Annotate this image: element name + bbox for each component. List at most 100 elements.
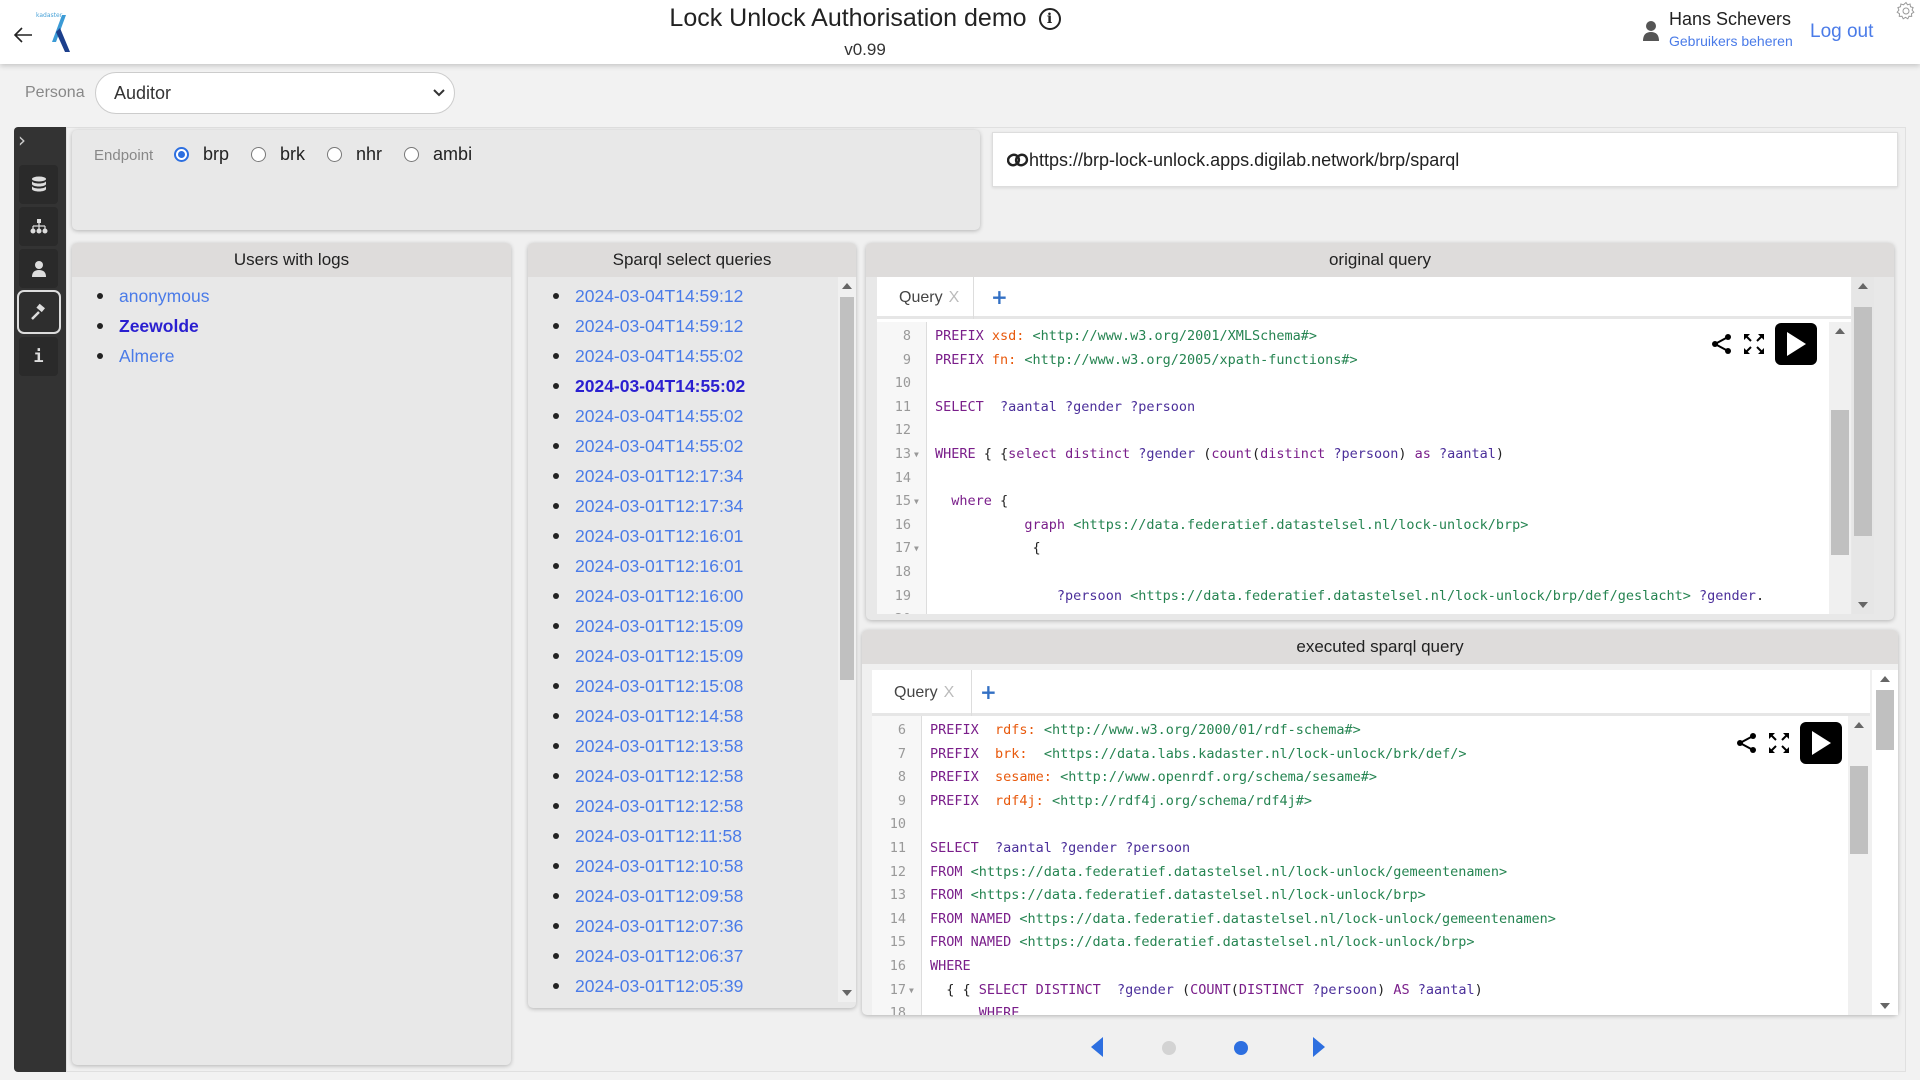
user-link[interactable]: anonymous <box>119 286 209 306</box>
query-timestamp-link[interactable]: 2024-03-01T12:16:00 <box>575 586 743 606</box>
query-timestamp-link[interactable]: 2024-03-01T12:10:58 <box>575 856 743 876</box>
executed-query-editor[interactable]: Query X + 6 PREFIX rdfs: <http://www.w3.or… <box>872 670 1870 1015</box>
query-timestamp-link[interactable]: 2024-03-01T12:12:58 <box>575 796 743 816</box>
code-text: FROM NAMED <https://data.federatief.data… <box>930 931 1475 955</box>
code-line: 13 ▼ WHERE { {select distinct ?gender (cou… <box>877 443 1829 467</box>
radio-unselected[interactable] <box>327 147 343 162</box>
close-tab-icon[interactable]: X <box>944 684 955 701</box>
scroll-down-icon[interactable] <box>1858 602 1868 608</box>
fold-toggle-icon[interactable]: ▼ <box>914 537 919 561</box>
scroll-down-icon[interactable] <box>842 990 852 996</box>
endpoint-option-nhr[interactable]: nhr <box>327 144 382 165</box>
info-icon[interactable]: i <box>1038 8 1061 30</box>
query-timestamp-link[interactable]: 2024-03-01T12:13:58 <box>575 736 743 756</box>
database-icon <box>31 176 46 191</box>
scroll-up-icon[interactable] <box>842 283 852 289</box>
scroll-up-icon[interactable] <box>1880 676 1890 682</box>
scroll-down-icon[interactable] <box>1880 1003 1890 1009</box>
scroll-up-icon[interactable] <box>1858 283 1868 289</box>
previous-page-icon[interactable] <box>1090 1036 1104 1058</box>
add-tab-button[interactable]: + <box>980 680 997 704</box>
scrollbar-thumb[interactable] <box>840 297 854 680</box>
sidebar-item-database[interactable] <box>19 165 58 204</box>
query-tab[interactable]: Query X <box>872 670 972 716</box>
share-icon[interactable] <box>1711 333 1733 355</box>
logout-link[interactable]: Log out <box>1810 21 1873 43</box>
query-timestamp-link[interactable]: 2024-03-01T12:11:58 <box>575 826 742 846</box>
fold-toggle-icon[interactable]: ▼ <box>914 490 919 514</box>
fullscreen-icon[interactable] <box>1768 732 1790 754</box>
query-timestamp-link[interactable]: 2024-03-04T14:55:02 <box>575 406 743 426</box>
query-list-item: 2024-03-01T12:07:36 <box>553 911 838 941</box>
close-tab-icon[interactable]: X <box>949 289 960 306</box>
radio-selected[interactable] <box>174 147 189 162</box>
query-timestamp-link[interactable]: 2024-03-04T14:59:12 <box>575 286 743 306</box>
endpoint-url[interactable]: https://brp-lock-unlock.apps.digilab.net… <box>992 132 1898 187</box>
scrollbar-thumb[interactable] <box>1850 766 1868 854</box>
panel-scrollbar[interactable] <box>1872 670 1898 1015</box>
run-query-button[interactable] <box>1775 323 1817 365</box>
panel-scrollbar[interactable] <box>1852 277 1874 614</box>
add-tab-button[interactable]: + <box>991 285 1008 309</box>
query-timestamp-link[interactable]: 2024-03-01T12:07:36 <box>575 916 743 936</box>
fold-toggle-icon[interactable]: ▼ <box>914 443 919 467</box>
endpoint-option-ambi[interactable]: ambi <box>404 144 472 165</box>
scroll-up-icon[interactable] <box>1854 722 1864 728</box>
query-timestamp-link[interactable]: 2024-03-01T12:15:09 <box>575 646 743 666</box>
query-timestamp-link[interactable]: 2024-03-01T12:12:58 <box>575 766 743 786</box>
scrollbar-thumb[interactable] <box>1876 690 1894 750</box>
persona-select[interactable]: Auditor <box>95 72 455 114</box>
original-query-editor[interactable]: Query X + 8 PREFIX xsd: <http://www.w3.org… <box>877 277 1851 614</box>
next-page-icon[interactable] <box>1312 1036 1326 1058</box>
code-token: WHERE <box>930 958 971 974</box>
sparql-list-scrollbar[interactable] <box>838 277 856 1002</box>
query-list-item: 2024-03-01T12:16:01 <box>553 551 838 581</box>
user-link[interactable]: Almere <box>119 346 174 366</box>
page-dot[interactable] <box>1234 1041 1248 1055</box>
query-timestamp-link[interactable]: 2024-03-01T12:14:58 <box>575 706 743 726</box>
query-timestamp-link[interactable]: 2024-03-04T14:59:12 <box>575 316 743 336</box>
endpoint-option-brp[interactable]: brp <box>174 144 229 165</box>
endpoint-option-brk[interactable]: brk <box>251 144 305 165</box>
user-list-item: Zeewolde <box>97 311 511 341</box>
code-line: 16 graph <https://data.federatief.datast… <box>877 514 1829 538</box>
radio-unselected[interactable] <box>404 147 420 162</box>
sidebar-item-audit[interactable] <box>17 290 61 334</box>
query-timestamp-link[interactable]: 2024-03-01T12:09:58 <box>575 886 743 906</box>
editor-scrollbar[interactable] <box>1848 716 1870 1015</box>
fold-toggle-icon[interactable]: ▼ <box>909 979 914 1003</box>
scrollbar-thumb[interactable] <box>1831 410 1849 555</box>
query-timestamp-link[interactable]: 2024-03-01T12:17:34 <box>575 496 743 516</box>
query-tab[interactable]: Query X <box>877 277 974 319</box>
query-timestamp-link[interactable]: 2024-03-04T14:55:02 <box>575 346 743 366</box>
query-timestamp-link[interactable]: 2024-03-01T12:05:39 <box>575 976 743 996</box>
query-timestamp-link[interactable]: 2024-03-01T12:15:09 <box>575 616 743 636</box>
code-area[interactable]: 8 PREFIX xsd: <http://www.w3.org/2001/XML… <box>877 322 1829 614</box>
manage-users-link[interactable]: Gebruikers beheren <box>1669 33 1793 49</box>
sidebar-expand-toggle[interactable]: › <box>18 130 32 150</box>
gear-icon[interactable] <box>1896 1 1916 21</box>
query-timestamp-link[interactable]: 2024-03-01T12:16:01 <box>575 526 743 546</box>
code-text: where { <box>935 490 1008 514</box>
fullscreen-icon[interactable] <box>1743 333 1765 355</box>
query-timestamp-link[interactable]: 2024-03-01T12:17:34 <box>575 466 743 486</box>
query-timestamp-link[interactable]: 2024-03-01T12:15:08 <box>575 676 743 696</box>
query-timestamp-link[interactable]: 2024-03-01T12:06:37 <box>575 946 743 966</box>
scroll-up-icon[interactable] <box>1835 328 1845 334</box>
share-icon[interactable] <box>1736 732 1758 754</box>
code-token: FROM NAMED <box>930 910 1020 927</box>
sidebar-item-hierarchy[interactable] <box>19 207 58 246</box>
radio-unselected[interactable] <box>251 147 267 162</box>
code-token: rdfs: <box>995 722 1044 738</box>
user-link[interactable]: Zeewolde <box>119 316 199 336</box>
page-dot[interactable] <box>1162 1041 1176 1055</box>
run-query-button[interactable] <box>1800 722 1842 764</box>
query-timestamp-link[interactable]: 2024-03-01T12:16:01 <box>575 556 743 576</box>
scrollbar-thumb[interactable] <box>1854 307 1872 536</box>
query-timestamp-link[interactable]: 2024-03-04T14:55:02 <box>575 376 745 396</box>
query-timestamp-link[interactable]: 2024-03-04T14:55:02 <box>575 436 743 456</box>
sidebar-item-info[interactable]: i <box>19 337 58 376</box>
editor-scrollbar[interactable] <box>1829 322 1851 614</box>
code-area[interactable]: 6 PREFIX rdfs: <http://www.w3.org/2000/01… <box>872 716 1848 1015</box>
sidebar-item-users[interactable] <box>19 249 58 288</box>
